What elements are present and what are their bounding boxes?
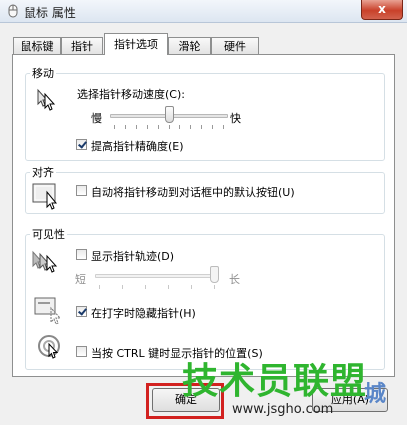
speed-slider-tick — [135, 125, 137, 129]
trails-slider-tick — [122, 285, 123, 289]
title-bar[interactable]: 鼠标 属性 x — [0, 0, 407, 23]
close-button[interactable]: x — [361, 0, 403, 20]
tab-panel: 移动 选择指针移动速度(C): 慢 快 提高指针精确度(E) 对齐 自动将指针移… — [12, 54, 395, 377]
ctrl-locate-checkbox[interactable] — [76, 346, 87, 357]
hide-typing-label[interactable]: 在打字时隐藏指针(H) — [91, 305, 196, 321]
pointer-speed-icon — [37, 88, 56, 111]
hide-typing-checkbox[interactable] — [76, 306, 87, 317]
motion-group-label: 移动 — [30, 65, 56, 81]
watermark-brand: 技术员联盟 — [182, 361, 368, 402]
long-label: 长 — [229, 273, 240, 286]
tab-hardware[interactable]: 硬件 — [211, 37, 259, 54]
speed-label: 选择指针移动速度(C): — [77, 88, 185, 101]
tab-buttons[interactable]: 鼠标键 — [13, 37, 61, 54]
snap-label[interactable]: 自动将指针移动到对话框中的默认按钮(U) — [91, 184, 295, 200]
ctrl-locate-icon — [38, 335, 60, 359]
speed-slider-tick — [168, 125, 170, 129]
pointer-trails-icon — [32, 250, 58, 273]
speed-slider-tick — [212, 125, 214, 129]
snap-group-label: 对齐 — [30, 164, 56, 180]
trails-slider-thumb[interactable] — [210, 266, 219, 283]
visibility-group-label: 可见性 — [30, 226, 67, 242]
window-title: 鼠标 属性 — [24, 6, 76, 20]
mouse-icon — [8, 4, 18, 18]
watermark-url: www.jsgho.com — [232, 402, 334, 417]
short-label: 短 — [75, 273, 86, 286]
speed-slider-tick — [190, 125, 192, 129]
speed-slider-tick — [157, 125, 159, 129]
snap-to-button-icon — [32, 183, 58, 210]
speed-slider-tick — [201, 125, 203, 129]
slow-label: 慢 — [91, 112, 102, 125]
trails-checkbox[interactable] — [76, 249, 87, 260]
tab-pointer-options[interactable]: 指针选项 — [104, 33, 168, 55]
trails-slider-tick — [145, 285, 146, 289]
trails-slider-tick — [99, 285, 100, 289]
trails-label[interactable]: 显示指针轨迹(D) — [91, 248, 174, 264]
speed-slider-tick — [124, 125, 126, 129]
speed-slider-tick — [223, 125, 224, 129]
precision-label[interactable]: 提高指针精确度(E) — [91, 138, 184, 154]
trails-slider-tick — [214, 285, 215, 289]
speed-slider-thumb[interactable] — [164, 106, 174, 123]
speed-slider-tick — [146, 125, 148, 129]
fast-label: 快 — [230, 112, 241, 125]
speed-slider-tick — [179, 125, 181, 129]
tab-pointers[interactable]: 指针 — [61, 37, 103, 54]
trails-slider-tick — [168, 285, 169, 289]
trails-slider-track[interactable] — [95, 274, 219, 278]
precision-checkbox[interactable] — [76, 139, 87, 150]
speed-slider-tick — [114, 125, 115, 129]
tab-wheel[interactable]: 滑轮 — [168, 37, 211, 54]
snap-checkbox[interactable] — [76, 185, 87, 196]
trails-slider-tick — [191, 285, 192, 289]
watermark-suffix: 城 — [364, 382, 387, 407]
hide-while-typing-icon — [34, 297, 62, 325]
